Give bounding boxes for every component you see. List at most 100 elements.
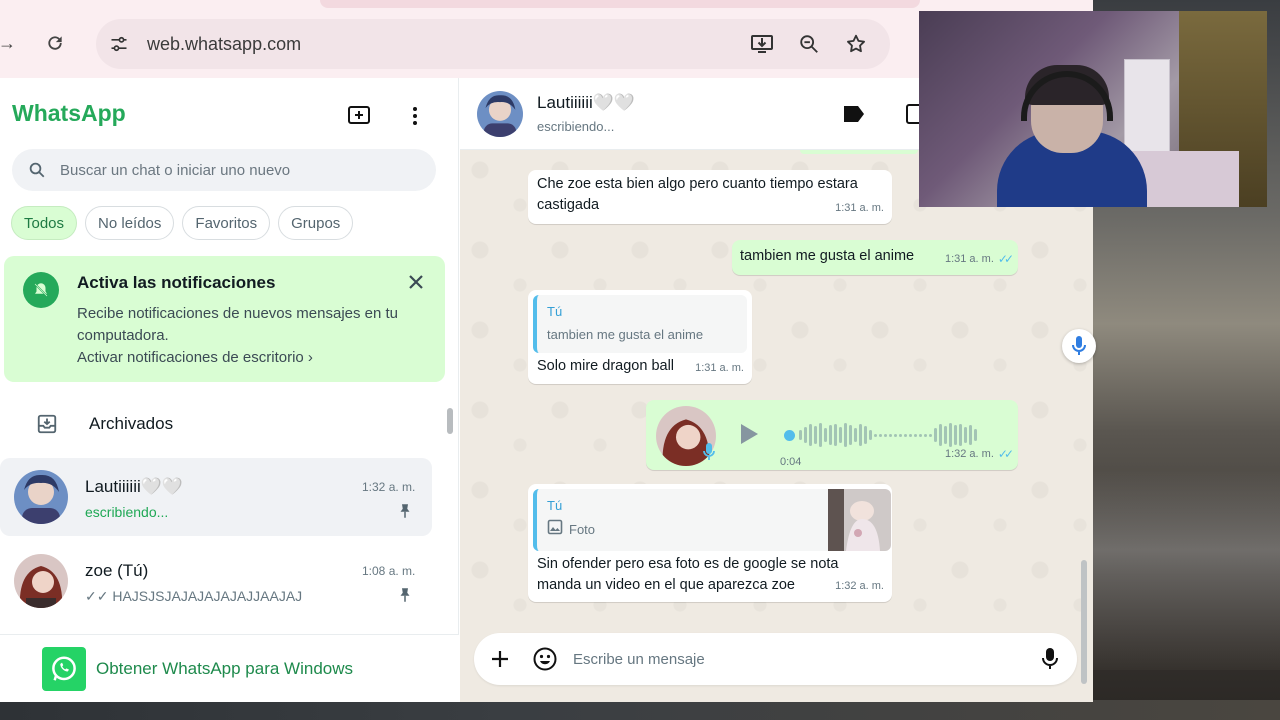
voice-duration: 0:04 [780,456,802,468]
quote-author: Tú [547,304,563,319]
message-meta: 1:31 a. m. ✓✓ [944,249,1014,270]
chat-preview: escribiendo... [85,504,169,520]
playhead[interactable] [784,429,795,441]
whatsapp-logo-icon [42,647,86,691]
chat-time: 1:32 a. m. [362,480,416,494]
search-icon [29,162,45,178]
forward-icon[interactable]: → [0,30,20,56]
message-meta: 1:32 a. m. ✓✓ [944,444,1014,465]
webcam-shelf [1124,59,1170,159]
play-icon[interactable] [738,422,760,446]
message-time: 1:31 a. m. [835,202,884,214]
filter-no-leidos[interactable]: No leídos [85,206,175,240]
photo-icon [547,519,563,535]
message-time: 1:32 a. m. [835,580,884,592]
zoom-icon[interactable] [797,32,821,56]
install-app-icon[interactable] [750,32,774,56]
label-icon[interactable] [842,103,866,125]
pin-icon [400,588,410,602]
quote-text: tambien me gusta el anime [547,327,704,342]
avatar [14,470,68,524]
quote-author: Tú [547,498,563,513]
chat-list-sidebar: WhatsApp Todos No leídos Favoritos Grupo… [0,78,459,702]
notification-body: Recibe notificaciones de nuevos mensajes… [77,305,399,344]
get-app-label: Obtener WhatsApp para Windows [96,659,354,678]
message-composer [474,633,1077,685]
url-text[interactable]: web.whatsapp.com [147,34,301,55]
bookmark-star-icon[interactable] [844,32,868,56]
search-input[interactable] [60,149,420,191]
chat-filters: Todos No leídos Favoritos Grupos [11,206,354,240]
chat-item-lauti[interactable]: Lautiiiiii🤍🤍 1:32 a. m. escribiendo... [0,458,432,536]
message-outgoing[interactable]: tambien me gusta el anime 1:31 a. m. ✓✓ [732,240,1018,275]
notification-title: Activa las notificaciones [77,273,276,292]
message-time: 1:31 a. m. [695,362,744,374]
attach-button[interactable] [488,647,512,671]
read-ticks-icon: ✓✓ [997,447,1014,461]
read-ticks-icon: ✓✓ [997,252,1014,266]
chat-time: 1:08 a. m. [362,564,416,578]
reload-button[interactable] [42,30,68,56]
archived-row[interactable]: Archivados [0,396,445,452]
voice-message-outgoing[interactable]: 0:04 1:32 a. m. ✓✓ [646,400,1018,470]
filter-todos[interactable]: Todos [11,206,78,240]
close-icon [409,275,423,289]
whatsapp-brand: WhatsApp [12,100,126,126]
quoted-photo[interactable]: Tú Foto [533,489,891,551]
sidebar-scrollbar[interactable] [447,408,453,434]
address-bar[interactable]: web.whatsapp.com [96,19,890,69]
enable-notifications-link[interactable]: Activar notificaciones de escritorio › [77,349,313,366]
site-info-icon[interactable] [106,31,132,57]
quote-text: Foto [569,522,596,537]
taskbar-strip [0,700,1280,720]
message-text: Solo mire dragon ball [537,358,675,374]
message-meta: 1:31 a. m. [835,198,884,219]
message-incoming[interactable]: Che zoe esta bien algo pero cuanto tiemp… [528,170,892,224]
get-windows-app-banner[interactable]: Obtener WhatsApp para Windows [0,634,459,702]
message-incoming-reply[interactable]: Tú tambien me gusta el anime Solo mire d… [528,290,752,384]
message-incoming-reply[interactable]: Tú Foto Sin ofender pero esa foto es de … [528,484,892,602]
bell-off-icon [23,272,59,308]
message-text: tambien me gusta el anime [740,248,915,264]
menu-button[interactable] [401,102,429,130]
filter-favoritos[interactable]: Favoritos [182,206,271,240]
message-time: 1:32 a. m. [944,448,994,460]
photo-thumbnail[interactable] [828,489,891,551]
active-tab-edge [320,0,920,8]
chat-preview: ✓✓ HAJSJSJAJAJAJAJAJJAAJAJ [85,588,303,604]
archived-label: Archivados [89,414,174,433]
more-vertical-icon [413,107,417,125]
mic-icon [1072,336,1086,355]
filter-grupos[interactable]: Grupos [278,206,354,240]
chat-name: zoe (Tú) [85,561,149,580]
voice-access-button[interactable] [1062,329,1096,363]
reload-icon [48,36,62,50]
previous-bubble-edge [800,150,918,154]
new-chat-button[interactable] [345,102,373,130]
message-meta: 1:31 a. m. [695,358,744,379]
webcam-overlay [919,11,1267,207]
notification-banner: Activa las notificaciones Recibe notific… [4,256,445,382]
chat-search[interactable] [12,149,436,191]
message-meta: 1:32 a. m. [835,576,884,597]
mic-badge-icon [703,443,715,460]
contact-avatar[interactable] [477,91,523,137]
quoted-message[interactable]: Tú tambien me gusta el anime [533,295,747,353]
plus-icon [492,651,508,667]
message-input[interactable] [573,633,1013,685]
message-text: Sin ofender pero esa foto es de google s… [537,556,839,593]
record-voice-icon[interactable] [1038,646,1062,672]
contact-name: Lautiiiiii🤍🤍 [537,93,636,112]
pin-icon [400,504,410,518]
chat-name: Lautiiiiii🤍🤍 [85,477,184,496]
new-chat-icon [348,106,370,124]
close-notification-button[interactable] [404,270,428,294]
chat-wallpaper: Che zoe esta bien algo pero cuanto tiemp… [460,150,1093,684]
avatar [14,554,68,608]
archive-icon [37,414,57,434]
emoji-icon[interactable] [532,646,558,672]
message-time: 1:31 a. m. [944,253,994,265]
conversation-scrollbar[interactable] [1081,560,1087,684]
chat-item-zoe[interactable]: zoe (Tú) 1:08 a. m. ✓✓ HAJSJSJAJAJAJAJAJ… [0,542,432,620]
contact-status: escribiendo... [537,119,615,134]
